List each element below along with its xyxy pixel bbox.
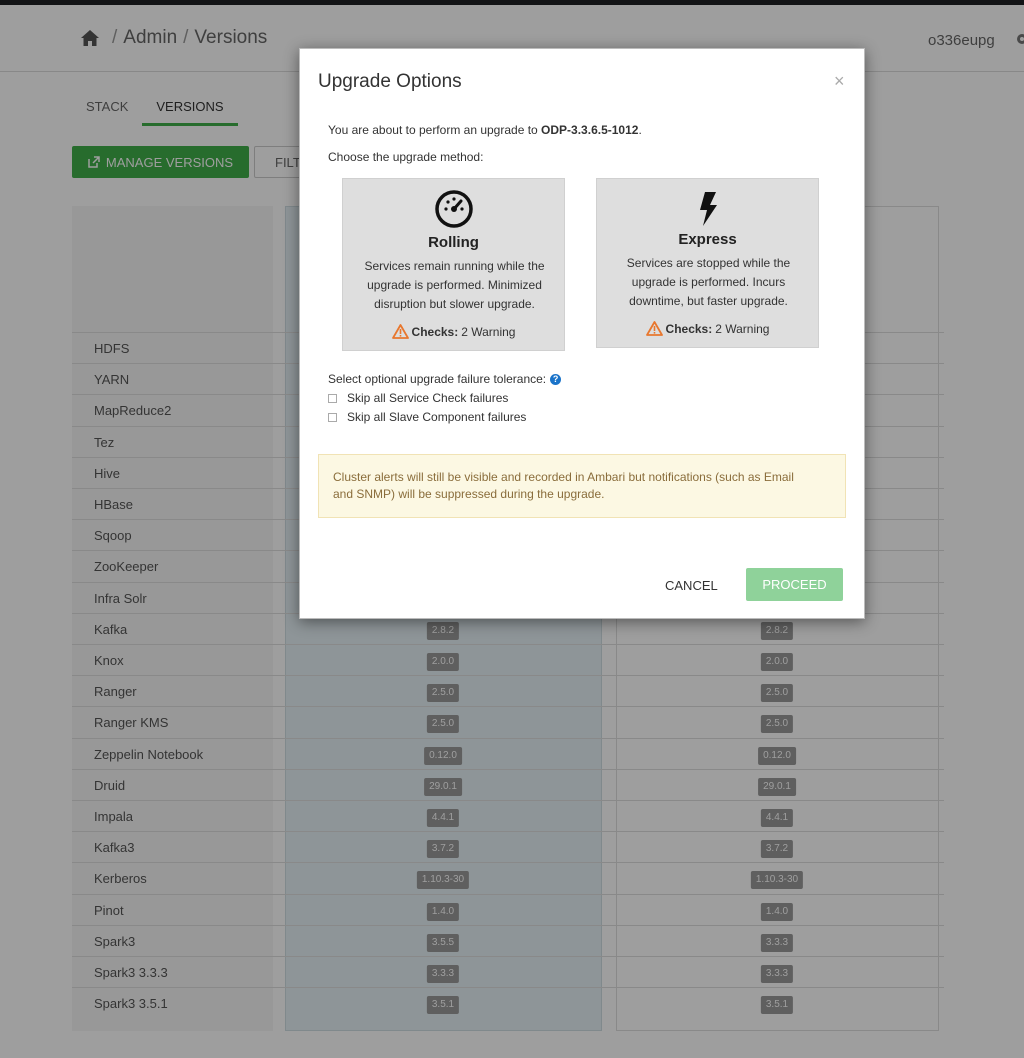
modal-title: Upgrade Options — [318, 71, 462, 92]
choose-method-label: Choose the upgrade method: — [328, 150, 484, 164]
express-checks-label: Checks: — [665, 321, 713, 336]
upgrade-options-modal: Upgrade Options × You are about to perfo… — [299, 48, 865, 619]
bolt-icon — [699, 192, 717, 226]
gauge-icon — [434, 190, 473, 228]
skip-service-check-label: Skip all Service Check failures — [347, 391, 509, 405]
skip-slave-failures-option[interactable]: Skip all Slave Component failures — [328, 410, 526, 424]
skip-slave-failures-label: Skip all Slave Component failures — [347, 410, 527, 424]
proceed-button[interactable]: PROCEED — [746, 568, 843, 601]
express-checks[interactable]: Checks: 2 Warning — [597, 321, 818, 336]
rolling-checks-value: 2 Warning — [461, 324, 516, 339]
notifications-alert: Cluster alerts will still be visible and… — [318, 454, 846, 518]
express-title: Express — [678, 231, 737, 248]
intro-suffix: . — [638, 123, 642, 137]
rolling-upgrade-option[interactable]: Rolling Services remain running while th… — [342, 178, 565, 351]
failure-tolerance-text: Select optional upgrade failure toleranc… — [328, 372, 547, 386]
target-version: ODP-3.3.6.5-1012 — [541, 123, 639, 137]
rolling-title: Rolling — [428, 234, 479, 251]
failure-tolerance-label: Select optional upgrade failure toleranc… — [328, 372, 562, 386]
close-icon[interactable]: × — [834, 71, 845, 92]
warning-icon — [645, 321, 663, 336]
rolling-checks[interactable]: Checks: 2 Warning — [343, 324, 564, 339]
express-upgrade-option[interactable]: Express Services are stopped while the u… — [596, 178, 819, 348]
skip-service-check-checkbox[interactable] — [328, 393, 337, 403]
skip-service-check-option[interactable]: Skip all Service Check failures — [328, 391, 508, 405]
upgrade-intro: You are about to perform an upgrade to O… — [328, 123, 642, 137]
cancel-button[interactable]: CANCEL — [665, 578, 718, 593]
help-icon[interactable]: ? — [550, 373, 562, 385]
intro-prefix: You are about to perform an upgrade to — [328, 123, 542, 137]
skip-slave-failures-checkbox[interactable] — [328, 412, 337, 422]
express-description: Services are stopped while the upgrade i… — [626, 256, 791, 308]
express-checks-value: 2 Warning — [715, 321, 770, 336]
rolling-description: Services remain running while the upgrad… — [364, 259, 545, 311]
rolling-checks-label: Checks: — [411, 324, 459, 339]
warning-icon — [391, 324, 409, 339]
